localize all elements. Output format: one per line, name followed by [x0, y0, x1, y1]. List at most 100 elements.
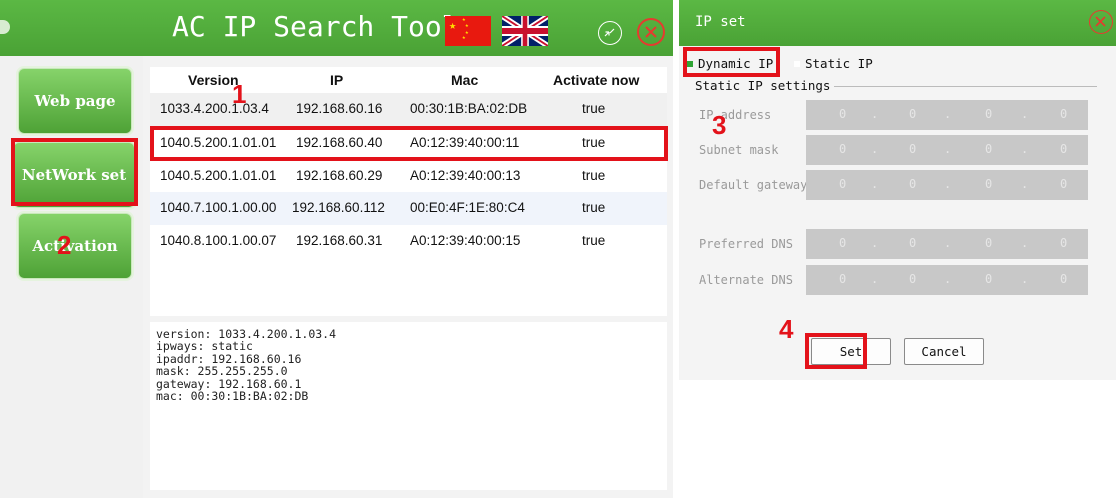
octet-separator: .	[944, 272, 952, 286]
octet-1[interactable]: 0	[839, 107, 846, 121]
table-row[interactable]: 1033.4.200.1.03.4 192.168.60.16 00:30:1B…	[150, 93, 667, 127]
close-icon	[1095, 16, 1106, 27]
table-row[interactable]: 1040.5.200.1.01.01 192.168.60.29 A0:12:3…	[150, 160, 667, 194]
dialog-title-bar: IP set	[679, 0, 1116, 46]
ip-address-row: IP address 0 . 0 . 0 . 0	[699, 100, 1099, 130]
octet-1[interactable]: 0	[839, 236, 846, 250]
octet-3[interactable]: 0	[985, 107, 992, 121]
octet-separator: .	[871, 272, 879, 286]
static-ip-radio[interactable]: Static IP	[794, 56, 873, 71]
alternate-dns-label: Alternate DNS	[699, 273, 793, 287]
chinese-language-flag-icon[interactable]: ★ ★ ★ ★ ★	[445, 16, 491, 46]
cell-ip: 192.168.60.16	[296, 101, 383, 116]
preferred-dns-field[interactable]: 0 . 0 . 0 . 0	[806, 229, 1088, 259]
alternate-dns-field[interactable]: 0 . 0 . 0 . 0	[806, 265, 1088, 295]
app-title: AC IP Search Tool	[172, 10, 459, 43]
cell-mac: 00:E0:4F:1E:80:C4	[410, 200, 525, 215]
callout-number-2: 2	[57, 230, 72, 260]
sidebar: Web page NetWork set Activation	[0, 56, 143, 498]
table-row[interactable]: 1040.7.100.1.00.00 192.168.60.112 00:E0:…	[150, 192, 667, 226]
ip-mode-selector: Dynamic IP Static IP	[687, 56, 987, 74]
octet-2[interactable]: 0	[909, 272, 916, 286]
column-header-ip[interactable]: IP	[330, 72, 343, 88]
octet-separator: .	[1021, 142, 1029, 156]
octet-1[interactable]: 0	[839, 177, 846, 191]
cell-mac: A0:12:39:40:00:13	[410, 168, 521, 183]
column-header-version[interactable]: Version	[188, 72, 239, 88]
octet-separator: .	[944, 177, 952, 191]
default-gateway-field[interactable]: 0 . 0 . 0 . 0	[806, 170, 1088, 200]
octet-3[interactable]: 0	[985, 142, 992, 156]
octet-2[interactable]: 0	[909, 177, 916, 191]
cell-version: 1033.4.200.1.03.4	[160, 101, 269, 116]
app-menu-handle[interactable]	[0, 20, 10, 34]
octet-2[interactable]: 0	[909, 107, 916, 121]
cell-ip: 192.168.60.112	[292, 200, 385, 215]
static-ip-label: Static IP	[805, 56, 873, 71]
subnet-mask-field[interactable]: 0 . 0 . 0 . 0	[806, 135, 1088, 165]
octet-4[interactable]: 0	[1060, 142, 1067, 156]
static-ip-settings-heading: Static IP settings	[695, 78, 835, 93]
cell-activate: true	[582, 101, 606, 116]
device-details-panel[interactable]: version: 1033.4.200.1.03.4 ipways: stati…	[150, 322, 667, 490]
radio-selected-icon	[687, 60, 693, 67]
default-gateway-row: Default gateway 0 . 0 . 0 . 0	[699, 170, 1099, 200]
octet-1[interactable]: 0	[839, 272, 846, 286]
cell-activate: true	[582, 233, 606, 248]
table-row[interactable]: 1040.8.100.1.00.07 192.168.60.31 A0:12:3…	[150, 225, 667, 259]
sidebar-item-label: NetWork set	[21, 166, 127, 184]
table-header: Version IP Mac Activate now	[150, 67, 667, 94]
octet-separator: .	[944, 236, 952, 250]
default-gateway-label: Default gateway	[699, 178, 808, 192]
column-header-mac[interactable]: Mac	[451, 72, 478, 88]
octet-separator: .	[1021, 107, 1029, 121]
sidebar-item-activation[interactable]: Activation	[18, 213, 132, 279]
shrink-arrows-icon	[604, 28, 615, 37]
cancel-button[interactable]: Cancel	[904, 338, 984, 365]
ip-set-dialog: IP set Dynamic IP Static IP Static IP se…	[679, 0, 1116, 380]
sidebar-item-network-set[interactable]: NetWork set	[13, 142, 135, 208]
octet-separator: .	[871, 177, 879, 191]
preferred-dns-label: Preferred DNS	[699, 237, 793, 251]
octet-separator: .	[944, 142, 952, 156]
octet-1[interactable]: 0	[839, 142, 846, 156]
subnet-mask-label: Subnet mask	[699, 143, 779, 157]
detail-ipways: ipways: static	[156, 339, 253, 354]
octet-4[interactable]: 0	[1060, 177, 1067, 191]
octet-2[interactable]: 0	[909, 142, 916, 156]
ip-address-label: IP address	[699, 108, 772, 122]
column-header-activate-now[interactable]: Activate now	[553, 72, 639, 88]
cell-ip: 192.168.60.31	[296, 233, 383, 248]
close-button[interactable]	[637, 18, 665, 46]
octet-4[interactable]: 0	[1060, 236, 1067, 250]
cell-activate: true	[582, 200, 606, 215]
minimize-button[interactable]	[598, 21, 622, 45]
octet-separator: .	[1021, 177, 1029, 191]
cell-version: 1040.8.100.1.00.07	[160, 233, 277, 248]
octet-4[interactable]: 0	[1060, 107, 1067, 121]
octet-2[interactable]: 0	[909, 236, 916, 250]
octet-separator: .	[1021, 236, 1029, 250]
dialog-close-button[interactable]	[1089, 10, 1113, 34]
cell-ip: 192.168.60.29	[296, 168, 383, 183]
octet-3[interactable]: 0	[985, 236, 992, 250]
english-language-flag-icon[interactable]	[502, 16, 548, 46]
main-window: AC IP Search Tool ★ ★ ★ ★ ★ Web page Net…	[0, 0, 673, 498]
octet-3[interactable]: 0	[985, 272, 992, 286]
preferred-dns-row: Preferred DNS 0 . 0 . 0 . 0	[699, 229, 1099, 259]
octet-3[interactable]: 0	[985, 177, 992, 191]
sidebar-item-web-page[interactable]: Web page	[18, 68, 132, 134]
octet-4[interactable]: 0	[1060, 272, 1067, 286]
table-row[interactable]: 1040.5.200.1.01.01 192.168.60.40 A0:12:3…	[150, 127, 667, 161]
callout-number-1: 1	[232, 79, 247, 109]
cell-mac: A0:12:39:40:00:15	[410, 233, 521, 248]
ip-address-field[interactable]: 0 . 0 . 0 . 0	[806, 100, 1088, 130]
set-button[interactable]: Set	[811, 338, 891, 365]
detail-mask: mask: 255.255.255.0	[156, 364, 288, 379]
group-divider	[817, 86, 1097, 87]
title-bar: AC IP Search Tool ★ ★ ★ ★ ★	[0, 0, 673, 56]
subnet-mask-row: Subnet mask 0 . 0 . 0 . 0	[699, 135, 1099, 165]
cell-mac: 00:30:1B:BA:02:DB	[410, 101, 528, 116]
octet-separator: .	[871, 236, 879, 250]
dynamic-ip-radio[interactable]: Dynamic IP	[687, 56, 773, 71]
